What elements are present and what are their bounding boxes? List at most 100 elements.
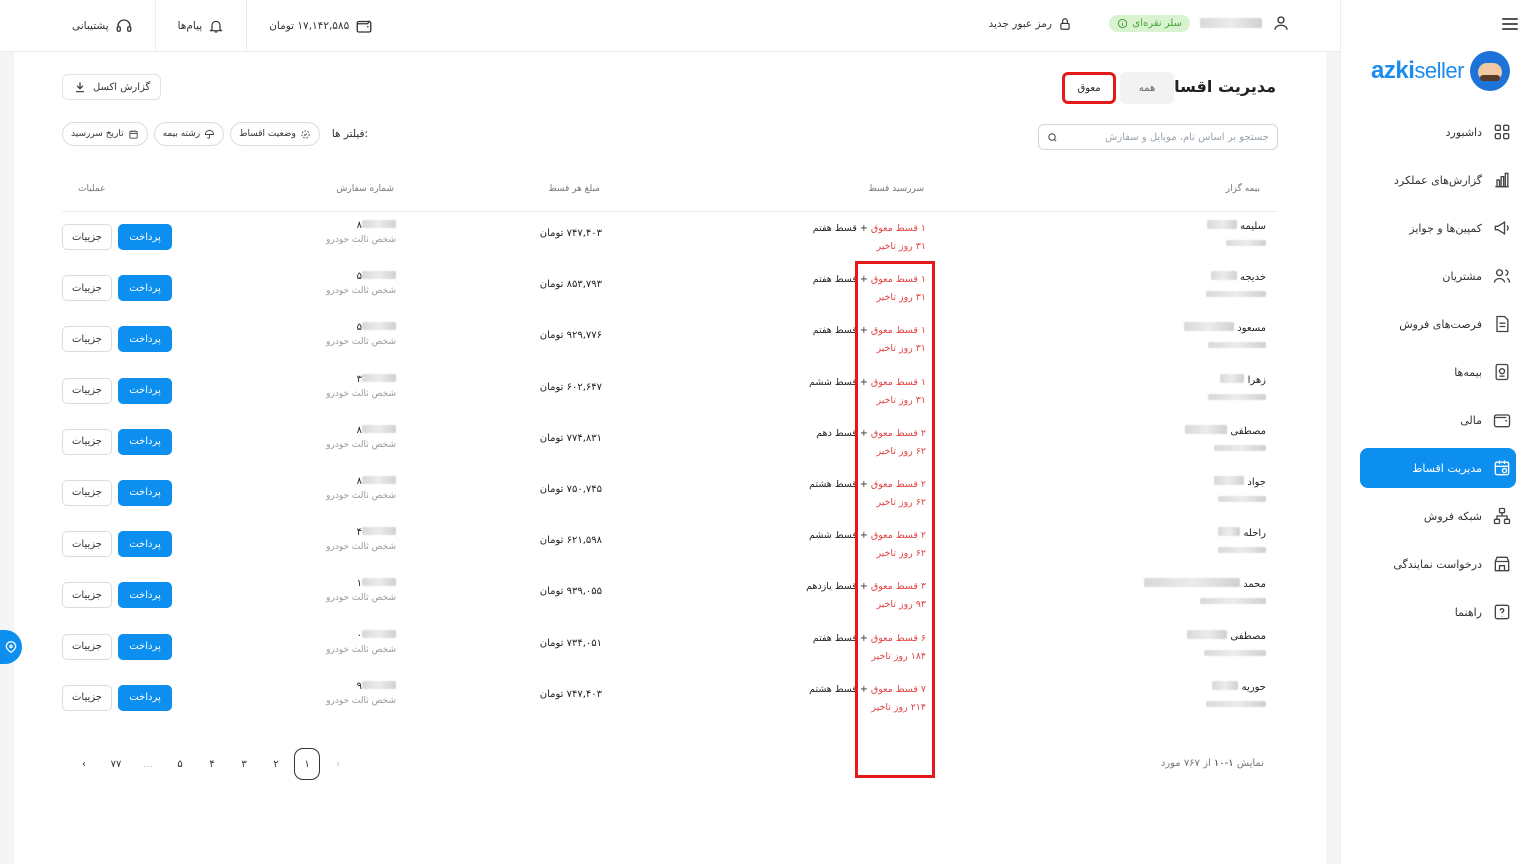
pay-button[interactable]: پرداخت: [118, 326, 172, 353]
details-button[interactable]: جزییات: [62, 326, 112, 353]
sidebar-item-3[interactable]: کمپین‌ها و جوایز: [1360, 208, 1516, 248]
due-date-filter[interactable]: تاریخ سررسید: [62, 122, 148, 146]
details-button[interactable]: جزییات: [62, 531, 112, 558]
search-input[interactable]: [1064, 131, 1269, 143]
installment-amount: ۶۰۲,۶۴۷ تومان: [539, 381, 602, 393]
installment-number: قسط هفتم: [812, 274, 857, 286]
installment-amount: ۹۳۹,۰۵۵ تومان: [539, 586, 602, 598]
order-number-blurred: [362, 629, 396, 638]
due-cell: ۳ قسط معوق + قسط یازدهم ۹۳ روز تاخیر: [736, 578, 926, 614]
overdue-count: ۳ قسط معوق: [870, 581, 926, 593]
sidebar-item-5[interactable]: فرصت‌های فروش: [1360, 304, 1516, 344]
installment-status-filter[interactable]: وضعیت اقساط: [230, 122, 320, 146]
row-actions: جزییات پرداخت: [62, 275, 172, 302]
new-password-label: رمز عبور جدید: [988, 18, 1052, 30]
sidebar-item-10[interactable]: درخواست نمایندگی: [1360, 544, 1516, 584]
due-cell: ۱ قسط معوق + قسط ششم ۳۱ روز تاخیر: [736, 374, 926, 410]
page-button[interactable]: ۱: [294, 748, 320, 780]
details-button[interactable]: جزییات: [62, 275, 112, 302]
search-icon: [1048, 132, 1057, 142]
delay-days: ۳۱ روز تاخیر: [876, 241, 926, 252]
pay-button[interactable]: پرداخت: [118, 479, 172, 506]
tab-overdue[interactable]: معوق: [1062, 72, 1116, 104]
pay-button[interactable]: پرداخت: [118, 428, 172, 455]
page-button[interactable]: ۴: [198, 748, 226, 780]
tab-all[interactable]: همه: [1120, 72, 1174, 104]
users-icon: [1493, 269, 1511, 283]
page-button[interactable]: ۲: [262, 748, 290, 780]
top-header: سلر نقره‌ای رمز عبور جدید پشتیبانی پیام‌…: [0, 0, 1340, 52]
installment-number: قسط هشتم: [809, 478, 857, 490]
due-cell: ۱ قسط معوق + قسط هفتم ۳۱ روز تاخیر: [736, 271, 926, 307]
details-button[interactable]: جزییات: [62, 582, 112, 609]
page-button[interactable]: ۳: [230, 748, 258, 780]
due-cell: ۲ قسط معوق + قسط هشتم ۶۲ روز تاخیر: [736, 476, 926, 512]
installment-number: قسط هفتم: [812, 223, 857, 234]
sidebar-item-7[interactable]: مالی: [1360, 400, 1516, 440]
wallet-balance[interactable]: ۱۷,۱۴۲,۵۸۵ تومان: [247, 0, 395, 52]
menu-icon[interactable]: [1502, 18, 1518, 30]
sidebar-item-2[interactable]: گزارش‌های عملکرد: [1360, 160, 1516, 200]
sidebar-item-8[interactable]: مدیریت اقساط: [1360, 448, 1516, 488]
overdue-count: ۶ قسط معوق: [870, 632, 926, 644]
store-icon: [1494, 556, 1510, 572]
header-order: شماره سفارش: [336, 184, 394, 194]
sidebar-item-11[interactable]: راهنما: [1360, 592, 1516, 632]
previous-page-icon[interactable]: ›: [324, 748, 352, 780]
header-due: سررسید قسط: [868, 184, 924, 194]
mobile-blurred: [1218, 495, 1266, 502]
insurance-type: شخص ثالث خودرو: [326, 235, 396, 245]
details-button[interactable]: جزییات: [62, 224, 112, 250]
pay-button[interactable]: پرداخت: [118, 582, 172, 609]
support-link[interactable]: پشتیبانی: [50, 0, 155, 52]
row-actions: جزییات پرداخت: [62, 377, 172, 404]
next-page-icon[interactable]: ‹: [70, 748, 98, 780]
details-button[interactable]: جزییات: [62, 428, 112, 455]
sidebar-item-6[interactable]: بیمه‌ها: [1360, 352, 1516, 392]
network-icon: [1493, 507, 1511, 525]
insurance-type: شخص ثالث خودرو: [326, 593, 396, 604]
new-password-link[interactable]: رمز عبور جدید: [988, 17, 1072, 31]
insurance-type-filter[interactable]: رشته بیمه: [153, 122, 225, 146]
page-button[interactable]: ۵: [166, 748, 194, 780]
excel-report-label: گزارش اکسل: [93, 81, 151, 93]
order-number-blurred: [362, 373, 396, 382]
pay-button[interactable]: پرداخت: [118, 633, 172, 660]
sidebar-item-1[interactable]: داشبورد: [1360, 112, 1516, 152]
due-cell: ۲ قسط معوق + قسط ششم ۶۲ روز تاخیر: [736, 527, 926, 563]
main-content: مدیریت اقساط همهمعوق گزارش اکسل تاریخ سر…: [14, 52, 1326, 864]
policyholder-cell: حوریه: [1206, 680, 1266, 710]
delay-days: ۶۲ روز تاخیر: [876, 496, 926, 508]
row-actions: جزییات پرداخت: [62, 479, 172, 506]
sidebar-item-9[interactable]: شبکه فروش: [1360, 496, 1516, 536]
details-button[interactable]: جزییات: [62, 377, 112, 404]
table-row: حوریه ۷ قسط معوق + قسط هشتم ۲۱۴ روز تاخیر…: [62, 673, 1278, 724]
messages-link[interactable]: پیام‌ها: [156, 0, 247, 52]
order-cell: ۱ شخص ثالث خودرو: [326, 578, 396, 603]
pay-button[interactable]: پرداخت: [118, 684, 172, 711]
pay-button[interactable]: پرداخت: [118, 275, 172, 302]
sidebar-item-label: راهنما: [1454, 605, 1482, 619]
filter-chip-label: تاریخ سررسید: [71, 129, 124, 139]
mobile-blurred: [1208, 342, 1266, 349]
table-row: خدیجه ۱ قسط معوق + قسط هفتم ۳۱ روز تاخیر ۸…: [62, 263, 1278, 314]
pay-button[interactable]: پرداخت: [118, 377, 172, 404]
excel-report-button[interactable]: گزارش اکسل: [62, 74, 162, 100]
search-box[interactable]: [1038, 124, 1278, 150]
azki-seller-logo[interactable]: azkiseller: [1362, 50, 1510, 92]
user-name-blurred: [1200, 18, 1262, 28]
user-info[interactable]: سلر نقره‌ای: [1109, 14, 1290, 32]
details-button[interactable]: جزییات: [62, 633, 112, 660]
pagination-summary: نمایش ۱-۱۰ از ۷۶۷ مورد: [1160, 758, 1264, 769]
sidebar-item-label: درخواست نمایندگی: [1393, 557, 1482, 571]
page-button[interactable]: ۷۷: [102, 748, 130, 780]
sidebar-item-4[interactable]: مشتریان: [1360, 256, 1516, 296]
details-button[interactable]: جزییات: [62, 479, 112, 506]
details-button[interactable]: جزییات: [62, 684, 112, 711]
pay-button[interactable]: پرداخت: [118, 531, 172, 558]
mascot-logo-icon: [1470, 51, 1510, 91]
insurance-type: شخص ثالث خودرو: [326, 439, 396, 450]
policyholder-cell: مسعود: [1184, 322, 1266, 351]
pay-button[interactable]: پرداخت: [118, 224, 172, 250]
wallet-icon: [356, 20, 372, 33]
